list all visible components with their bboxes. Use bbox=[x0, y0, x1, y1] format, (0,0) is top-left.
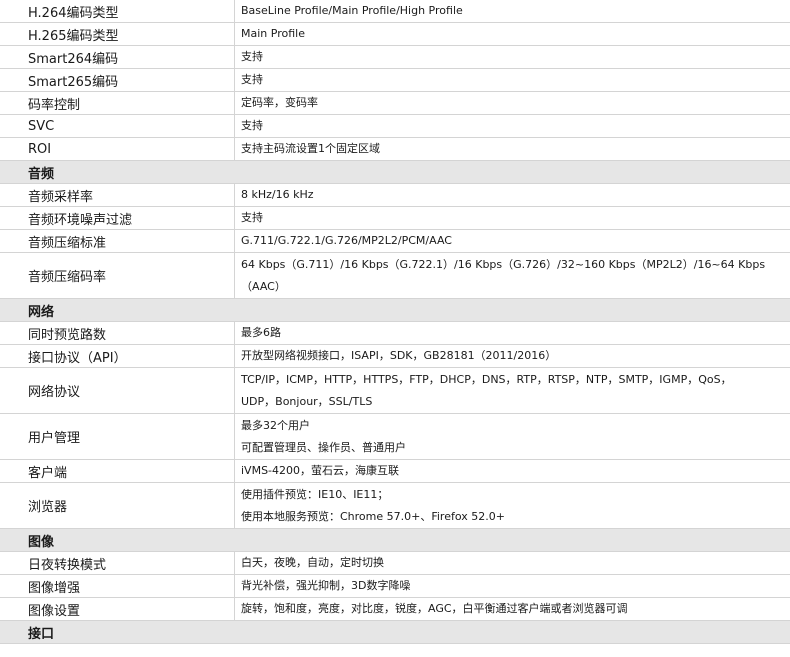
spec-value: 8 kHz/16 kHz bbox=[235, 184, 790, 206]
spec-value-line: 支持 bbox=[241, 119, 263, 132]
spec-value-line: （AAC） bbox=[241, 279, 286, 293]
spec-value: 背光补偿，强光抑制，3D数字降噪 bbox=[235, 575, 790, 597]
spec-value: 白天，夜晚，自动，定时切换 bbox=[235, 552, 790, 574]
spec-value: 64 Kbps（G.711）/16 Kbps（G.722.1）/16 Kbps（… bbox=[235, 253, 790, 298]
table-row: 音频采样率 8 kHz/16 kHz bbox=[0, 184, 790, 207]
spec-label: 接口协议（API） bbox=[0, 345, 235, 367]
spec-label: Smart264编码 bbox=[0, 46, 235, 68]
spec-table: H.264编码类型 BaseLine Profile/Main Profile/H… bbox=[0, 0, 790, 644]
table-row: 浏览器 使用插件预览：IE10、IE11； 使用本地服务预览：Chrome 57.0… bbox=[0, 483, 790, 529]
spec-value: 定码率，变码率 bbox=[235, 92, 790, 114]
spec-value-line: 8 kHz/16 kHz bbox=[241, 188, 314, 201]
spec-value-line: 可配置管理员、操作员、普通用户 bbox=[241, 440, 406, 454]
spec-label: 客户端 bbox=[0, 460, 235, 482]
spec-label: 音频采样率 bbox=[0, 184, 235, 206]
spec-value-line: 旋转，饱和度，亮度，对比度，锐度，AGC，白平衡通过客户端或者浏览器可调 bbox=[241, 602, 628, 615]
spec-value: 支持 bbox=[235, 46, 790, 68]
spec-value: 支持主码流设置1个固定区域 bbox=[235, 138, 790, 160]
table-row: 同时预览路数 最多6路 bbox=[0, 322, 790, 345]
spec-value: 使用插件预览：IE10、IE11； 使用本地服务预览：Chrome 57.0+、F… bbox=[235, 483, 790, 528]
table-row: 图像设置 旋转，饱和度，亮度，对比度，锐度，AGC，白平衡通过客户端或者浏览器可调 bbox=[0, 598, 790, 621]
spec-value-line: 64 Kbps（G.711）/16 Kbps（G.722.1）/16 Kbps（… bbox=[241, 257, 766, 271]
table-row: 用户管理 最多32个用户可配置管理员、操作员、普通用户 bbox=[0, 414, 790, 460]
spec-value: iVMS-4200，萤石云，海康互联 bbox=[235, 460, 790, 482]
spec-label: 网络协议 bbox=[0, 368, 235, 413]
spec-label: ROI bbox=[0, 138, 235, 160]
spec-value: 支持 bbox=[235, 115, 790, 137]
spec-value-line: 支持 bbox=[241, 211, 263, 224]
section-header-row: 图像 bbox=[0, 529, 790, 552]
spec-value: G.711/G.722.1/G.726/MP2L2/PCM/AAC bbox=[235, 230, 790, 252]
spec-label: SVC bbox=[0, 115, 235, 137]
spec-value-line: 白天，夜晚，自动，定时切换 bbox=[241, 556, 384, 569]
section-header-row: 接口 bbox=[0, 621, 790, 644]
spec-label: 图像设置 bbox=[0, 598, 235, 620]
spec-value-line: 最多32个用户 bbox=[241, 418, 310, 432]
spec-label: 日夜转换模式 bbox=[0, 552, 235, 574]
spec-value-line: 开放型网络视频接口，ISAPI，SDK，GB28181（2011/2016） bbox=[241, 349, 557, 362]
spec-value-line: 支持主码流设置1个固定区域 bbox=[241, 142, 380, 155]
spec-label: 音频环境噪声过滤 bbox=[0, 207, 235, 229]
spec-value-line: G.711/G.722.1/G.726/MP2L2/PCM/AAC bbox=[241, 234, 452, 247]
spec-value-line: TCP/IP，ICMP，HTTP，HTTPS，FTP，DHCP，DNS，RTP，… bbox=[241, 372, 732, 386]
table-row: SVC 支持 bbox=[0, 115, 790, 138]
spec-value-line: UDP，Bonjour，SSL/TLS bbox=[241, 394, 373, 408]
spec-value-line: 定码率，变码率 bbox=[241, 96, 318, 109]
spec-value-line: 背光补偿，强光抑制，3D数字降噪 bbox=[241, 579, 411, 592]
spec-value: 最多6路 bbox=[235, 322, 790, 344]
spec-label: 音频压缩标准 bbox=[0, 230, 235, 252]
table-row: H.264编码类型 BaseLine Profile/Main Profile/H… bbox=[0, 0, 790, 23]
section-title: 网络 bbox=[28, 304, 55, 320]
spec-value: 支持 bbox=[235, 69, 790, 91]
section-header-row: 网络 bbox=[0, 299, 790, 322]
table-row: 日夜转换模式 白天，夜晚，自动，定时切换 bbox=[0, 552, 790, 575]
spec-value: 旋转，饱和度，亮度，对比度，锐度，AGC，白平衡通过客户端或者浏览器可调 bbox=[235, 598, 790, 620]
spec-label: H.264编码类型 bbox=[0, 0, 235, 22]
table-row: ROI 支持主码流设置1个固定区域 bbox=[0, 138, 790, 161]
table-row: 音频压缩码率 64 Kbps（G.711）/16 Kbps（G.722.1）/16… bbox=[0, 253, 790, 299]
spec-value: 开放型网络视频接口，ISAPI，SDK，GB28181（2011/2016） bbox=[235, 345, 790, 367]
spec-label: H.265编码类型 bbox=[0, 23, 235, 45]
spec-label: 码率控制 bbox=[0, 92, 235, 114]
spec-value: BaseLine Profile/Main Profile/High Profi… bbox=[235, 0, 790, 22]
spec-value-line: 支持 bbox=[241, 50, 263, 63]
section-header-row: 音频 bbox=[0, 161, 790, 184]
spec-label: 音频压缩码率 bbox=[0, 253, 235, 298]
spec-value-line: iVMS-4200，萤石云，海康互联 bbox=[241, 464, 400, 477]
spec-value: TCP/IP，ICMP，HTTP，HTTPS，FTP，DHCP，DNS，RTP，… bbox=[235, 368, 790, 413]
spec-label: 同时预览路数 bbox=[0, 322, 235, 344]
spec-label: 浏览器 bbox=[0, 483, 235, 528]
spec-value-line: Main Profile bbox=[241, 27, 305, 40]
spec-label: Smart265编码 bbox=[0, 69, 235, 91]
table-row: 客户端 iVMS-4200，萤石云，海康互联 bbox=[0, 460, 790, 483]
spec-value: 支持 bbox=[235, 207, 790, 229]
section-title: 图像 bbox=[28, 534, 55, 550]
table-row: 码率控制 定码率，变码率 bbox=[0, 92, 790, 115]
spec-value-line: BaseLine Profile/Main Profile/High Profi… bbox=[241, 4, 463, 17]
table-row: Smart264编码 支持 bbox=[0, 46, 790, 69]
table-row: 图像增强 背光补偿，强光抑制，3D数字降噪 bbox=[0, 575, 790, 598]
spec-label: 图像增强 bbox=[0, 575, 235, 597]
table-row: 音频环境噪声过滤 支持 bbox=[0, 207, 790, 230]
table-row: 网络协议 TCP/IP，ICMP，HTTP，HTTPS，FTP，DHCP，DNS，… bbox=[0, 368, 790, 414]
spec-value-line: 使用插件预览：IE10、IE11； bbox=[241, 487, 389, 501]
section-title: 音频 bbox=[28, 166, 55, 182]
spec-value: Main Profile bbox=[235, 23, 790, 45]
table-row: 接口协议（API） 开放型网络视频接口，ISAPI，SDK，GB28181（201… bbox=[0, 345, 790, 368]
table-row: Smart265编码 支持 bbox=[0, 69, 790, 92]
spec-value-line: 支持 bbox=[241, 73, 263, 86]
spec-value-line: 最多6路 bbox=[241, 326, 281, 339]
spec-value-line: 使用本地服务预览：Chrome 57.0+、Firefox 52.0+ bbox=[241, 509, 505, 523]
spec-value: 最多32个用户可配置管理员、操作员、普通用户 bbox=[235, 414, 790, 459]
table-row: H.265编码类型 Main Profile bbox=[0, 23, 790, 46]
spec-label: 用户管理 bbox=[0, 414, 235, 459]
section-title: 接口 bbox=[28, 626, 55, 642]
table-row: 音频压缩标准 G.711/G.722.1/G.726/MP2L2/PCM/AAC bbox=[0, 230, 790, 253]
